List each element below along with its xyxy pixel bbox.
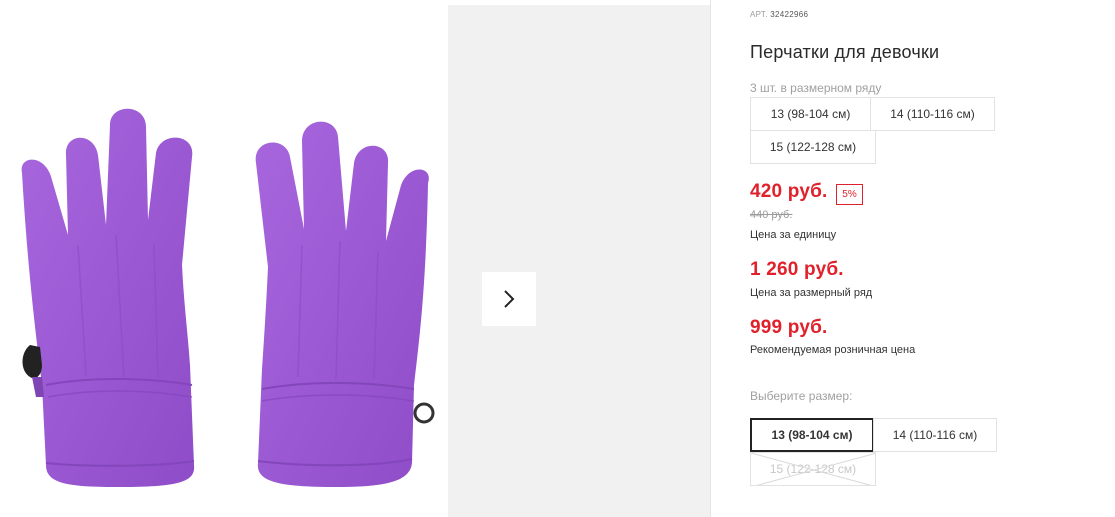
- next-image-button[interactable]: [482, 272, 536, 326]
- pack-size-14: 14 (110-116 см): [870, 97, 995, 131]
- size-option-15: 15 (122-128 см): [750, 452, 876, 486]
- sku: АРТ. 32422966: [750, 10, 808, 19]
- left-glove: [21, 108, 195, 487]
- product-info: АРТ. 32422966 Перчатки для девочки 3 шт.…: [750, 0, 1110, 517]
- pack-size-15: 15 (122-128 см): [750, 130, 876, 164]
- retail-price: 999 руб.: [750, 317, 828, 338]
- right-glove: [255, 121, 435, 487]
- pack-size-13: 13 (98-104 см): [750, 97, 871, 131]
- product-title: Перчатки для девочки: [750, 42, 940, 62]
- product-gallery: [0, 0, 710, 517]
- size-option-13[interactable]: 13 (98-104 см): [750, 418, 874, 452]
- size-row-price: 1 260 руб.: [750, 259, 844, 280]
- size-option-14[interactable]: 14 (110-116 см): [873, 418, 997, 452]
- choose-size-label: Выберите размер:: [750, 389, 853, 403]
- unit-price-label: Цена за единицу: [750, 229, 837, 241]
- size-row-price-label: Цена за размерный ряд: [750, 287, 873, 299]
- chevron-right-icon: [504, 290, 515, 308]
- sku-number: 32422966: [770, 10, 809, 19]
- gloves-image: [21, 108, 435, 487]
- retail-price-label: Рекомендуемая розничная цена: [750, 344, 916, 356]
- old-price: 440 руб.: [750, 209, 793, 221]
- sku-label: АРТ.: [750, 10, 768, 19]
- unavailable-cross-icon: [751, 453, 875, 485]
- pack-label: 3 шт. в размерном ряду: [750, 81, 882, 95]
- section-divider: [710, 0, 711, 517]
- product-photo[interactable]: [6, 5, 448, 517]
- thumbnail-panel: [448, 5, 710, 517]
- unit-price: 420 руб.: [750, 181, 828, 202]
- discount-badge: 5%: [836, 184, 863, 205]
